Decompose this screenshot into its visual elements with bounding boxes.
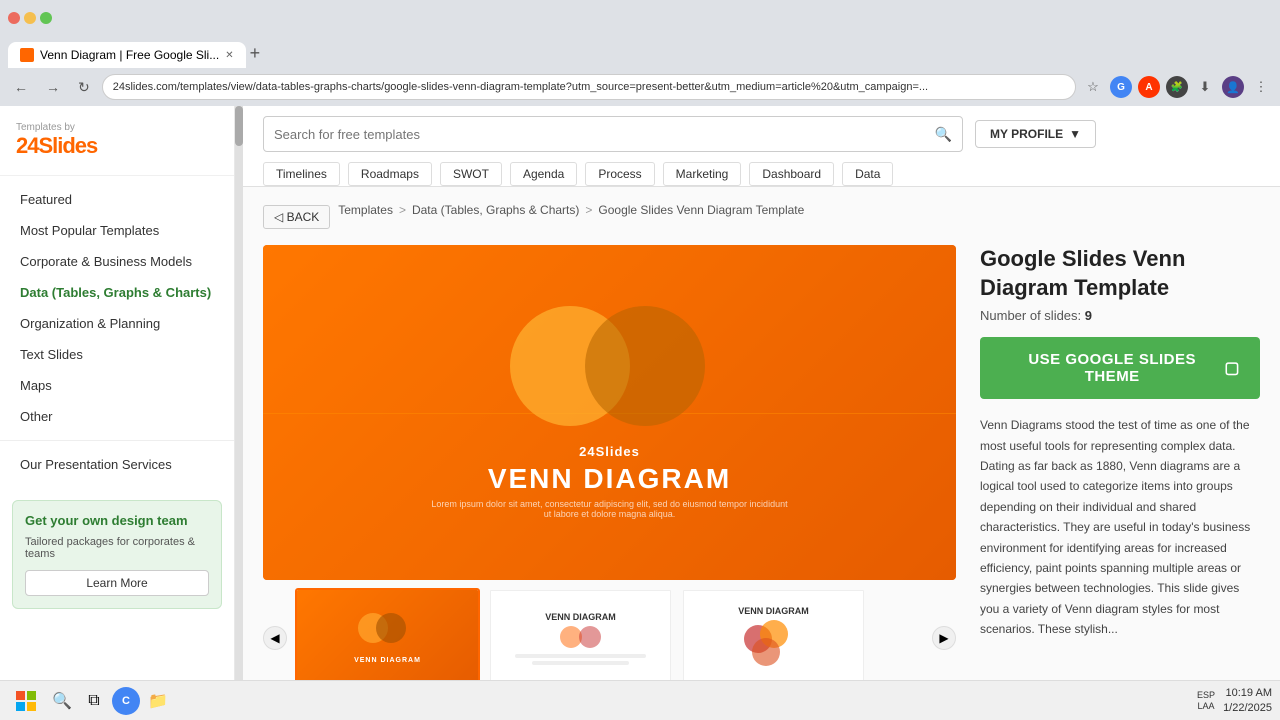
template-description: Venn Diagrams stood the test of time as … [980, 415, 1260, 639]
taskbar-chrome-icon[interactable]: C [112, 687, 140, 715]
venn-circles [500, 306, 720, 436]
sidebar-scrollbar[interactable] [235, 106, 243, 720]
cat-tag-data[interactable]: Data [842, 162, 893, 186]
next-thumbnail-button[interactable]: ▶ [932, 626, 956, 650]
profile-icon[interactable]: 👤 [1222, 76, 1244, 98]
menu-icon[interactable]: ⋮ [1250, 76, 1272, 98]
tab-close-icon[interactable]: ✕ [225, 50, 233, 61]
venn-circle-right [585, 306, 705, 426]
sidebar-item-corporate[interactable]: Corporate & Business Models [0, 246, 234, 277]
profile-dropdown-icon: ▼ [1069, 127, 1081, 141]
taskbar-search-icon[interactable]: 🔍 [48, 687, 76, 715]
search-box[interactable]: 🔍 [263, 116, 963, 152]
sidebar-item-text-slides[interactable]: Text Slides [0, 339, 234, 370]
taskbar-date-text: 1/22/2025 [1223, 701, 1272, 715]
bookmark-icon[interactable]: ☆ [1082, 76, 1104, 98]
sidebar-nav: Featured Most Popular Templates Corporat… [0, 176, 234, 488]
template-preview-main: 24Slides VENN DIAGRAM Lorem ipsum dolor … [263, 245, 956, 580]
taskbar-taskview-icon[interactable]: ⧉ [80, 687, 108, 715]
search-input[interactable] [274, 127, 935, 142]
template-left: 24Slides VENN DIAGRAM Lorem ipsum dolor … [263, 245, 956, 688]
sidebar-item-most-popular[interactable]: Most Popular Templates [0, 215, 234, 246]
thumbnails: VENN DIAGRAM VENN DIAGRAM [295, 588, 924, 688]
sidebar: Templates by 24Slides Featured Most Popu… [0, 106, 235, 720]
use-btn-label: USE GOOGLE SLIDES THEME [1000, 351, 1224, 385]
my-profile-button[interactable]: MY PROFILE ▼ [975, 120, 1096, 148]
url-text: 24slides.com/templates/view/data-tables-… [113, 81, 928, 93]
back-button[interactable]: ◁ BACK [263, 205, 330, 229]
slide-count-value: 9 [1085, 308, 1092, 323]
sidebar-item-organization[interactable]: Organization & Planning [0, 308, 234, 339]
taskbar-files-icon[interactable]: 📁 [144, 687, 172, 715]
refresh-button[interactable]: ↻ [72, 75, 96, 100]
google-slides-icon: ▢ [1224, 358, 1240, 378]
sidebar-promo: Get your own design team Tailored packag… [12, 500, 222, 609]
sidebar-item-featured[interactable]: Featured [0, 184, 234, 215]
promo-learn-more-button[interactable]: Learn More [25, 570, 209, 596]
promo-description: Tailored packages for corporates & teams [25, 536, 209, 560]
breadcrumb-sep-2: > [585, 203, 592, 217]
start-button[interactable] [8, 687, 44, 715]
taskbar-clock: 10:19 AM 1/22/2025 [1223, 686, 1272, 715]
cat-tag-roadmaps[interactable]: Roadmaps [348, 162, 432, 186]
breadcrumb-sep-1: > [399, 203, 406, 217]
extension-icon-2[interactable]: A [1138, 76, 1160, 98]
thumbnail-row: ◀ VENN DIAGRAM [263, 588, 956, 688]
system-icons: ESP LAA [1197, 690, 1215, 712]
browser-tab[interactable]: Venn Diagram | Free Google Sli... ✕ [8, 42, 246, 68]
extension-icon-1[interactable]: G [1110, 76, 1132, 98]
slide-title: VENN DIAGRAM [488, 463, 731, 495]
keyboard-lang: ESP LAA [1197, 690, 1215, 712]
template-right: Google Slides Venn Diagram Template Numb… [980, 245, 1260, 688]
search-icon[interactable]: 🔍 [935, 126, 952, 143]
taskbar: 🔍 ⧉ C 📁 ESP LAA 10:19 AM 1/22/2025 [0, 680, 1280, 720]
back-button[interactable]: ← [8, 75, 34, 99]
slide-subtitle: Lorem ipsum dolor sit amet, consectetur … [431, 499, 787, 519]
cat-tag-marketing[interactable]: Marketing [663, 162, 742, 186]
thumbnail-2[interactable]: VENN DIAGRAM [488, 588, 673, 688]
prev-thumbnail-button[interactable]: ◀ [263, 626, 287, 650]
taskbar-right: ESP LAA 10:19 AM 1/22/2025 [1197, 686, 1272, 715]
breadcrumb-current: Google Slides Venn Diagram Template [598, 203, 804, 217]
breadcrumb-templates[interactable]: Templates [338, 203, 393, 217]
promo-title: Get your own design team [25, 513, 209, 530]
slide-count-label: Number of slides: [980, 308, 1081, 323]
cat-tag-swot[interactable]: SWOT [440, 162, 502, 186]
extension-icon-3[interactable]: 🧩 [1166, 76, 1188, 98]
template-view: 24Slides VENN DIAGRAM Lorem ipsum dolor … [263, 245, 1260, 688]
slide-logo: 24Slides [579, 444, 640, 459]
sidebar-item-maps[interactable]: Maps [0, 370, 234, 401]
taskbar-time-text: 10:19 AM [1223, 686, 1272, 700]
slide-count: Number of slides: 9 [980, 308, 1260, 323]
my-profile-label: MY PROFILE [990, 127, 1063, 141]
cat-tag-dashboard[interactable]: Dashboard [749, 162, 834, 186]
new-tab-button[interactable]: + [246, 39, 265, 68]
logo-by-text: Templates by [16, 122, 218, 133]
template-title: Google Slides Venn Diagram Template [980, 245, 1260, 302]
address-bar[interactable]: 24slides.com/templates/view/data-tables-… [102, 74, 1076, 100]
category-tags: Timelines Roadmaps SWOT Agenda Process M… [263, 162, 1260, 186]
cat-tag-agenda[interactable]: Agenda [510, 162, 577, 186]
download-icon[interactable]: ⬇ [1194, 76, 1216, 98]
breadcrumb: Templates > Data (Tables, Graphs & Chart… [338, 203, 804, 217]
content-area: 🔍 MY PROFILE ▼ Timelines Roadmaps SWOT A… [243, 106, 1280, 720]
breadcrumb-data[interactable]: Data (Tables, Graphs & Charts) [412, 203, 579, 217]
scrollbar-thumb[interactable] [235, 106, 243, 146]
thumbnail-3[interactable]: VENN DIAGRAM [681, 588, 866, 688]
thumbnail-1[interactable]: VENN DIAGRAM [295, 588, 480, 688]
cat-tag-process[interactable]: Process [585, 162, 654, 186]
tab-favicon [20, 48, 34, 62]
cat-tag-timelines[interactable]: Timelines [263, 162, 340, 186]
sidebar-item-other[interactable]: Other [0, 401, 234, 432]
forward-button[interactable]: → [40, 75, 66, 99]
use-google-slides-button[interactable]: USE GOOGLE SLIDES THEME ▢ [980, 337, 1260, 399]
sidebar-item-services[interactable]: Our Presentation Services [0, 449, 234, 480]
venn-diagram-slide: 24Slides VENN DIAGRAM Lorem ipsum dolor … [263, 245, 956, 580]
logo-name: 24Slides [16, 133, 97, 158]
tab-title: Venn Diagram | Free Google Sli... [40, 48, 219, 62]
search-bar-area: 🔍 MY PROFILE ▼ Timelines Roadmaps SWOT A… [243, 106, 1280, 187]
sidebar-item-data[interactable]: Data (Tables, Graphs & Charts) [0, 277, 234, 308]
main-content: ◁ BACK Templates > Data (Tables, Graphs … [243, 187, 1280, 704]
logo: Templates by 24Slides [0, 122, 234, 176]
